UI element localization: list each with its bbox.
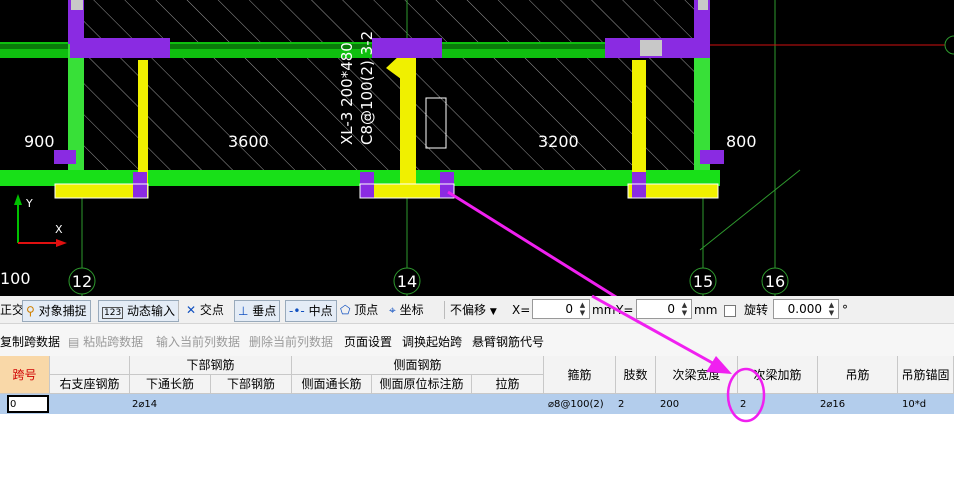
column-group-bottom-rebar: 下部钢筋 <box>130 356 292 375</box>
axis-x-label: X <box>55 223 63 236</box>
y-label: Y= <box>616 303 634 317</box>
intersect-snap-button[interactable]: ✕ 交点 <box>186 300 224 320</box>
dim-3200: 3200 <box>538 132 579 151</box>
grid-bubble-12: 12 <box>72 272 92 291</box>
legs-value[interactable]: 2 <box>618 396 624 414</box>
column-header-span[interactable]: 跨号 <box>0 356 50 394</box>
vertex-snap-button[interactable]: ⬠ 顶点 <box>340 300 378 320</box>
swap-start-span-button[interactable]: 调换起始跨 <box>402 333 462 350</box>
x-spinner-icon[interactable]: ▲ ▼ <box>577 301 588 317</box>
input-column-data-button[interactable]: 输入当前列数据 <box>156 333 240 350</box>
grid-bubble-16: 16 <box>765 272 785 291</box>
y-spinner-icon[interactable]: ▲ ▼ <box>679 301 690 317</box>
copy-span-data-button[interactable]: 复制跨数据 <box>0 333 60 350</box>
coordinate-snap-button[interactable]: ⌖ 坐标 <box>389 300 424 320</box>
annotation-arrow <box>447 190 618 296</box>
rotate-checkbox[interactable] <box>724 305 736 317</box>
left-dim-fragment: 100 <box>0 269 31 288</box>
column-group-side-rebar: 侧面钢筋 <box>292 356 544 375</box>
degree-unit: ° <box>842 303 848 317</box>
intersect-icon: ✕ <box>186 303 197 317</box>
hanger-value[interactable]: 2⌀16 <box>820 396 845 414</box>
rotate-label: 旋转 <box>744 303 769 317</box>
y-input[interactable]: 0 ▲ ▼ <box>636 299 692 319</box>
column-header-tie[interactable]: 拉筋 <box>472 375 544 394</box>
paste-icon: ▤ <box>68 335 80 349</box>
secondary-width-value[interactable]: 200 <box>660 396 679 414</box>
column-header-right-support[interactable]: 右支座钢筋 <box>50 375 130 394</box>
column-header-legs[interactable]: 肢数 <box>616 356 656 394</box>
column-header-hanger[interactable]: 吊筋 <box>818 356 898 394</box>
dynamic-input-button[interactable]: 123 动态输入 <box>98 300 180 322</box>
axis-y-arrow-icon <box>14 194 22 205</box>
object-snap-button[interactable]: ⚲ 对象捕捉 <box>22 300 91 322</box>
column-header-hanger-anchor[interactable]: 吊筋锚固 <box>898 356 954 394</box>
cad-drawing-area[interactable]: 900 3600 3200 800 XL-3 200*480 C8@100(2)… <box>0 0 954 296</box>
column-header-side-through[interactable]: 侧面通长筋 <box>292 375 372 394</box>
delete-column-data-button[interactable]: 删除当前列数据 <box>249 333 333 350</box>
snap-toolbar: 正交 ⚲ 对象捕捉 123 动态输入 ✕ 交点 ⊥ 垂点 -•- 中点 ⬠ 顶点… <box>0 296 954 324</box>
perpendicular-snap-button[interactable]: ⊥ 垂点 <box>234 300 281 322</box>
column-header-secondary-beam-add[interactable]: 次梁加筋 <box>738 356 818 394</box>
vertex-icon: ⬠ <box>340 303 351 317</box>
rotate-spinner-icon[interactable]: ▲ ▼ <box>826 301 837 317</box>
dim-900: 900 <box>24 132 55 151</box>
midpoint-icon: -•- <box>289 304 305 318</box>
snap-icon: ⚲ <box>26 304 35 318</box>
paste-span-data-button[interactable]: ▤ 粘贴跨数据 <box>68 333 143 350</box>
beam-label-name: XL-3 200*480 <box>338 42 356 145</box>
page-setup-button[interactable]: 页面设置 <box>344 333 392 350</box>
x-unit: mm <box>592 303 616 317</box>
grid-bubble-15: 15 <box>693 272 713 291</box>
rotate-input[interactable]: 0.000 ▲ ▼ <box>773 299 839 319</box>
column-header-stirrup[interactable]: 箍筋 <box>544 356 616 394</box>
column-header-side-original[interactable]: 侧面原位标注筋 <box>372 375 472 394</box>
secondary-add-value[interactable]: 2 <box>740 396 746 414</box>
dim-3600: 3600 <box>228 132 269 151</box>
x-input[interactable]: 0 ▲ ▼ <box>532 299 590 319</box>
stirrup-value[interactable]: ⌀8@100(2) <box>548 396 604 414</box>
coordinate-icon: ⌖ <box>389 303 396 317</box>
bottom-through-value[interactable]: 2⌀14 <box>132 396 157 414</box>
span-number-value: 0 <box>10 399 17 410</box>
grid-bubble-14: 14 <box>397 272 417 291</box>
dim-800: 800 <box>726 132 757 151</box>
dyn-input-icon: 123 <box>102 307 124 319</box>
span-command-toolbar: 复制跨数据 ▤ 粘贴跨数据 输入当前列数据 删除当前列数据 页面设置 调换起始跨… <box>0 324 954 356</box>
beam-label-rebar: C8@100(2) 3-2 <box>358 31 376 145</box>
chevron-down-icon: ▼ <box>489 307 497 317</box>
span-data-table: 跨号 下部钢筋 侧面钢筋 箍筋 肢数 次梁宽度 次梁加筋 吊筋 吊筋锚固 右支座… <box>0 356 954 477</box>
column-header-secondary-beam-width[interactable]: 次梁宽度 <box>656 356 738 394</box>
hanger-anchor-value[interactable]: 10*d <box>902 396 926 414</box>
x-label: X= <box>512 303 531 317</box>
column-header-bottom-rebar[interactable]: 下部钢筋 <box>211 375 292 394</box>
cantilever-rebar-code-button[interactable]: 悬臂钢筋代号 <box>472 333 544 350</box>
slab-hatch <box>76 0 704 176</box>
column-header-bottom-through[interactable]: 下通长筋 <box>130 375 211 394</box>
ortho-button[interactable]: 正交 <box>0 300 24 320</box>
midpoint-snap-button[interactable]: -•- 中点 <box>285 300 337 322</box>
offset-select[interactable]: 不偏移 ▼ <box>450 300 497 320</box>
perpendicular-icon: ⊥ <box>238 304 249 318</box>
y-unit: mm <box>694 303 718 317</box>
axis-y-label: Y <box>25 197 33 210</box>
axis-x-arrow-icon <box>56 239 67 247</box>
cad-canvas[interactable]: 900 3600 3200 800 XL-3 200*480 C8@100(2)… <box>0 0 954 296</box>
column-header-blank <box>50 356 130 375</box>
